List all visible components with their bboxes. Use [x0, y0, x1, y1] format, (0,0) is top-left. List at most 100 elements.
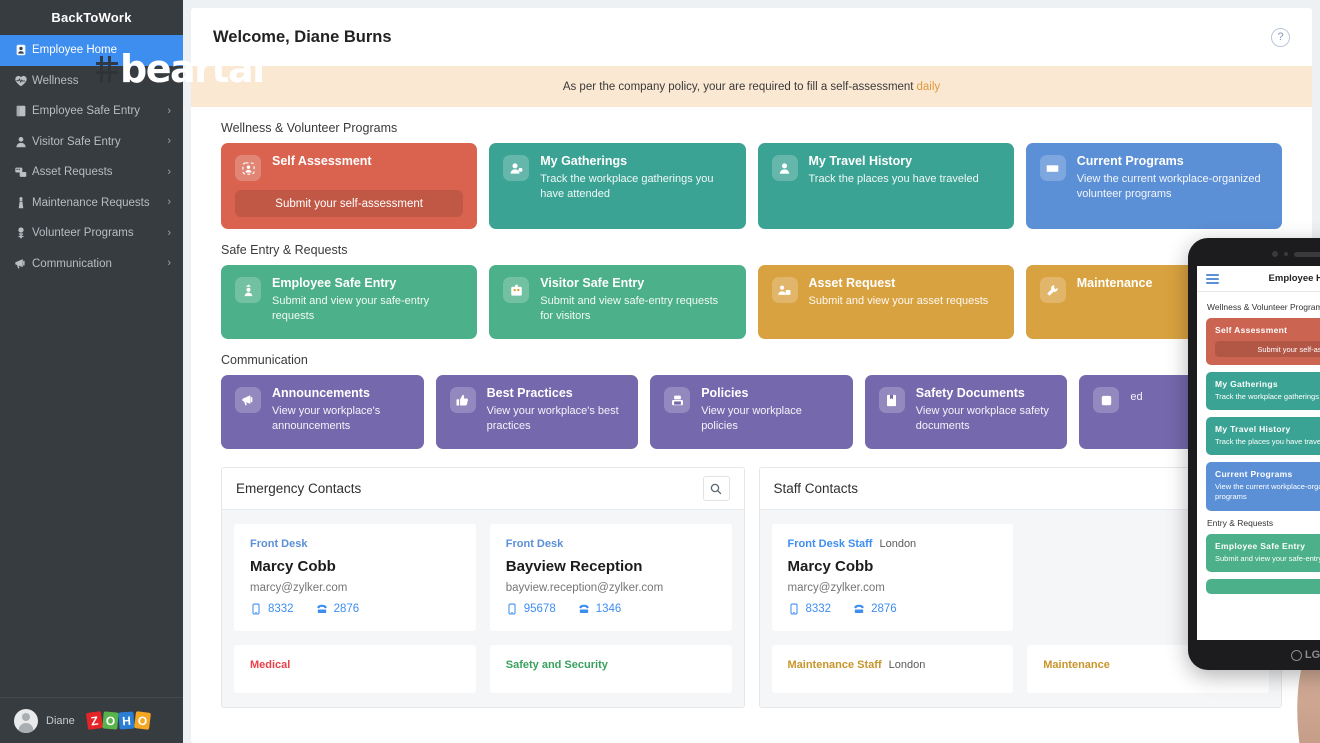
hidden-icon: [1099, 393, 1114, 408]
phone-tile-employee-safe-entry[interactable]: Employee Safe EntrySubmit and view your …: [1206, 534, 1320, 572]
megaphone-icon: [235, 387, 261, 413]
earpiece-speaker-icon: [1294, 252, 1320, 257]
tile-policies[interactable]: PoliciesView your workplace policies: [650, 375, 853, 449]
tile-title: My Gatherings: [540, 154, 731, 168]
contact-card[interactable]: Safety and Security: [490, 645, 732, 693]
tile-best-practices[interactable]: Best PracticesView your workplace's best…: [436, 375, 639, 449]
sidebar-user-row[interactable]: Diane ZOHO: [0, 697, 183, 743]
tile-announcements[interactable]: Announcements View your workplace's annou…: [221, 375, 424, 449]
tile-self-assessment[interactable]: Self Assessment Submit your self-assessme…: [221, 143, 477, 229]
travel-icon: [777, 161, 792, 176]
tile-title: Announcements: [272, 386, 410, 400]
tile-action-button[interactable]: Submit your self-assessment: [235, 190, 463, 217]
contact-tag-label: Safety and Security: [506, 659, 608, 671]
sidebar-nav: Employee HomeWellnessEmployee Safe Entry…: [0, 35, 183, 697]
contact-landline-number: 2876: [871, 603, 897, 615]
landline-icon: [578, 603, 590, 615]
employee-entry-icon: [235, 277, 261, 303]
tile-employee-safe-entry[interactable]: Employee Safe EntrySubmit and view your …: [221, 265, 477, 339]
tile-title: Self Assessment: [272, 154, 463, 168]
brand-mark-icon: [1291, 650, 1302, 661]
contact-tag: Front Desk: [506, 538, 716, 550]
asset-icon: [772, 277, 798, 303]
contact-mobile-number: 8332: [268, 603, 294, 615]
contact-landline[interactable]: 2876: [853, 603, 897, 615]
contact-card[interactable]: Medical: [234, 645, 476, 693]
phone-tile-current-programs[interactable]: Current ProgramsView the current workpla…: [1206, 462, 1320, 510]
main-area: Welcome, Diane Burns ? As per the compan…: [183, 0, 1320, 743]
phone-top-sensors: [1188, 247, 1320, 261]
contact-mobile[interactable]: 8332: [788, 603, 832, 615]
contact-card[interactable]: Front DeskMarcy Cobbmarcy@zylker.com8332…: [234, 524, 476, 631]
contact-landline[interactable]: 1346: [578, 603, 622, 615]
phone-tile-title: My Travel History: [1215, 424, 1320, 434]
landline-icon: [853, 603, 865, 615]
content-card: Welcome, Diane Burns ? As per the compan…: [191, 8, 1312, 743]
contact-name: Marcy Cobb: [788, 558, 998, 575]
contact-tag-label: Maintenance: [1043, 659, 1110, 671]
contacts-section: Emergency Contacts Front DeskMarcy Cobbm…: [191, 467, 1312, 708]
sidebar-item-asset-requests[interactable]: Asset Requests›: [0, 157, 183, 188]
sidebar-item-employee-home[interactable]: Employee Home: [0, 35, 183, 66]
contact-landline[interactable]: 2876: [316, 603, 360, 615]
visitor-entry-icon: [503, 277, 529, 303]
help-icon[interactable]: ?: [1271, 28, 1290, 47]
phone-tile-hidden[interactable]: [1206, 579, 1320, 594]
megaphone-icon: [14, 257, 32, 271]
avatar: [14, 709, 38, 733]
search-icon[interactable]: [703, 476, 730, 501]
sidebar-item-visitor-safe-entry[interactable]: Visitor Safe Entry›: [0, 127, 183, 158]
sidebar-item-maintenance-requests[interactable]: Maintenance Requests›: [0, 188, 183, 219]
heart-pulse-icon: [14, 74, 28, 88]
tile-title: Visitor Safe Entry: [540, 276, 731, 290]
tile-current-programs[interactable]: Current ProgramsView the current workpla…: [1026, 143, 1282, 229]
contact-mobile-number: 95678: [524, 603, 556, 615]
asset-icon: [777, 283, 792, 298]
phone-tile-description: View the current workplace-organized vol…: [1215, 482, 1320, 502]
policy-highlight: daily: [917, 81, 941, 93]
sidebar-item-volunteer-programs[interactable]: Volunteer Programs›: [0, 218, 183, 249]
tile-visitor-safe-entry[interactable]: Visitor Safe Entry Submit and view safe-e…: [489, 265, 745, 339]
tile-my-gatherings[interactable]: My GatheringsTrack the workplace gatheri…: [489, 143, 745, 229]
contact-mobile[interactable]: 8332: [250, 603, 294, 615]
emergency-contacts-header: Emergency Contacts: [222, 468, 744, 510]
contact-tag: Maintenance StaffLondon: [788, 659, 998, 671]
section-title: Wellness & Volunteer Programs: [221, 121, 1290, 135]
tile-description: View your workplace's announcements: [272, 404, 410, 433]
sidebar-item-communication[interactable]: Communication›: [0, 249, 183, 280]
contact-tag-label: Maintenance Staff: [788, 659, 882, 671]
contact-card[interactable]: Maintenance StaffLondon: [772, 645, 1014, 693]
zoho-letter-o-3: O: [134, 711, 151, 730]
maintenance-icon: [1045, 283, 1060, 298]
contact-card[interactable]: Front Desk StaffLondonMarcy Cobbmarcy@zy…: [772, 524, 1014, 631]
phone-tile-title: Employee Safe Entry: [1215, 541, 1320, 551]
tile-my-travel-history[interactable]: My Travel HistoryTrack the places you ha…: [758, 143, 1014, 229]
contact-mobile[interactable]: 95678: [506, 603, 556, 615]
policy-icon: [670, 393, 685, 408]
phone-tile-self-assessment[interactable]: Self Assessment Submit your self-assessme…: [1206, 318, 1320, 365]
contact-tag-label: Front Desk: [250, 538, 307, 550]
contact-landline-number: 2876: [334, 603, 360, 615]
tile-description: Submit and view safe-entry requests for …: [540, 294, 731, 323]
phone-tile-title: Self Assessment: [1215, 325, 1320, 335]
contact-email: bayview.reception@zylker.com: [506, 582, 716, 594]
sidebar-item-label: Visitor Safe Entry: [32, 136, 167, 148]
contact-card[interactable]: Front DeskBayview Receptionbayview.recep…: [490, 524, 732, 631]
contact-location: London: [879, 538, 916, 550]
documents-icon: [884, 393, 899, 408]
sidebar-item-wellness[interactable]: Wellness: [0, 66, 183, 97]
tile-asset-request[interactable]: Asset RequestSubmit and view your asset …: [758, 265, 1014, 339]
hidden-icon: [1093, 387, 1119, 413]
tile-safety-documents[interactable]: Safety DocumentsView your workplace safe…: [865, 375, 1068, 449]
chevron-right-icon: ›: [167, 258, 171, 269]
contact-name: Marcy Cobb: [250, 558, 460, 575]
zoho-letter-o-1: O: [102, 711, 118, 729]
phone-tile-my-travel-history[interactable]: My Travel HistoryTrack the places you ha…: [1206, 417, 1320, 455]
chevron-right-icon: ›: [167, 228, 171, 239]
travel-icon: [772, 155, 798, 181]
phone-tile-my-gatherings[interactable]: My GatheringsTrack the workplace gatheri…: [1206, 372, 1320, 410]
sidebar-item-employee-safe-entry[interactable]: Employee Safe Entry›: [0, 96, 183, 127]
phone-tile-action-button[interactable]: Submit your self-assessment: [1215, 341, 1320, 357]
policy-icon: [664, 387, 690, 413]
tile-row: Self Assessment Submit your self-assessme…: [213, 143, 1290, 229]
